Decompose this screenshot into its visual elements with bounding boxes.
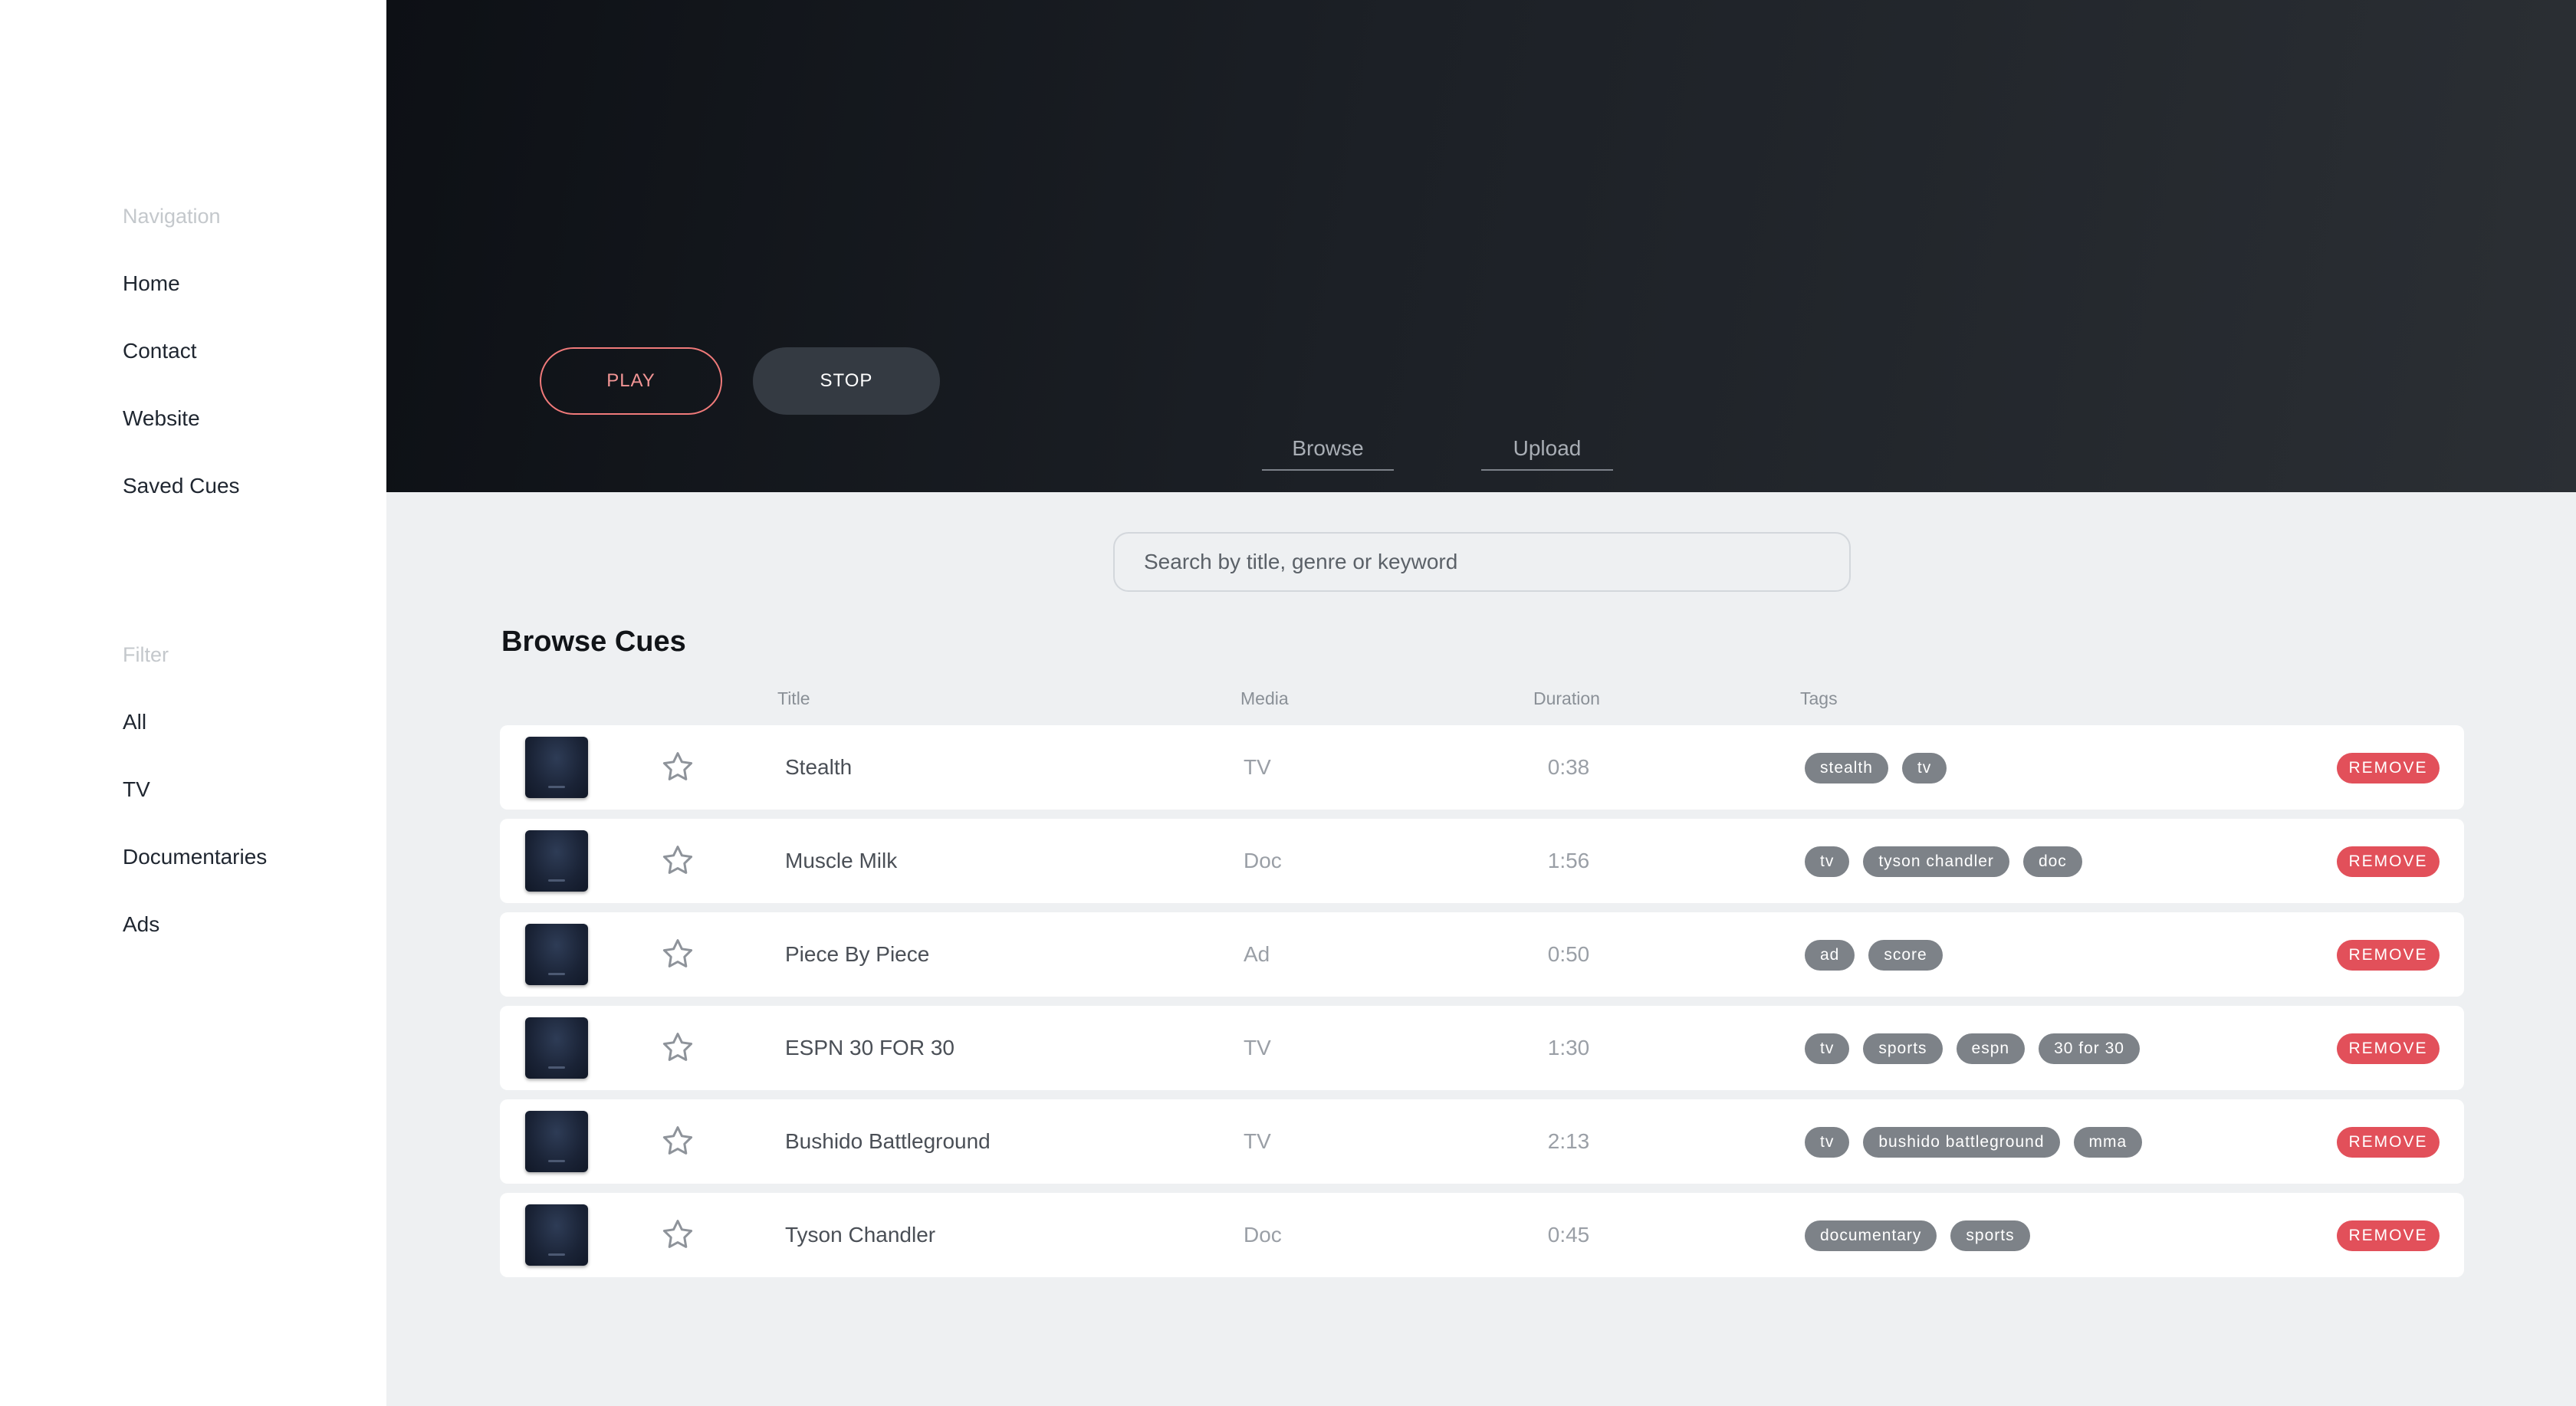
nav-item-saved-cues[interactable]: Saved Cues: [123, 471, 240, 501]
filter-item-all[interactable]: All: [123, 707, 267, 737]
filter-item-ads[interactable]: Ads: [123, 909, 267, 940]
tag-badge[interactable]: sports: [1950, 1220, 2030, 1251]
cue-thumbnail[interactable]: [525, 1017, 588, 1079]
search-input[interactable]: [1113, 532, 1851, 592]
table-row[interactable]: Muscle Milk Doc 1:56 tv tyson chandler doc REM…: [500, 819, 2464, 903]
cue-title: Bushido Battleground: [785, 1129, 991, 1153]
star-icon[interactable]: [659, 1123, 696, 1160]
cue-duration: 0:50: [1547, 942, 1590, 966]
tag-badge[interactable]: tyson chandler: [1863, 846, 2009, 877]
tag-list: tv tyson chandler doc: [1805, 846, 2082, 877]
page-title: Browse Cues: [501, 626, 686, 658]
tag-badge[interactable]: mma: [2073, 1127, 2143, 1158]
tab-browse[interactable]: Browse: [1262, 429, 1394, 471]
tag-badge[interactable]: sports: [1863, 1033, 1943, 1064]
play-button[interactable]: PLAY: [540, 347, 722, 415]
table-row[interactable]: Stealth TV 0:38 stealth tv REMOVE: [500, 725, 2464, 810]
browse-panel: Browse Cues Title Media Duration Tags St…: [386, 492, 2576, 1406]
remove-button[interactable]: REMOVE: [2337, 1033, 2440, 1064]
column-header-duration: Duration: [1533, 688, 1600, 708]
filter-item-tv[interactable]: TV: [123, 774, 267, 805]
column-header-title: Title: [777, 688, 810, 708]
nav-item-home[interactable]: Home: [123, 268, 240, 299]
cue-title: Tyson Chandler: [785, 1223, 936, 1247]
tag-badge[interactable]: stealth: [1805, 753, 1888, 783]
tag-list: tv bushido battleground mma: [1805, 1127, 2143, 1158]
cue-list: Stealth TV 0:38 stealth tv REMOVE Muscle Milk D…: [500, 725, 2464, 1286]
tab-upload[interactable]: Upload: [1481, 429, 1613, 471]
navigation-heading: Navigation: [123, 205, 221, 228]
navigation-group: Navigation Home Contact Website Saved Cu…: [123, 201, 240, 501]
remove-button[interactable]: REMOVE: [2337, 940, 2440, 971]
filter-heading: Filter: [123, 643, 169, 666]
table-row[interactable]: Bushido Battleground TV 2:13 tv bushido batt…: [500, 1099, 2464, 1184]
tag-badge[interactable]: documentary: [1805, 1220, 1937, 1251]
stop-button[interactable]: STOP: [753, 347, 940, 415]
star-icon[interactable]: [659, 1030, 696, 1066]
cue-duration: 1:56: [1547, 849, 1590, 872]
star-icon[interactable]: [659, 936, 696, 973]
cue-title: Stealth: [785, 755, 853, 779]
cue-thumbnail[interactable]: [525, 830, 588, 892]
table-row[interactable]: Tyson Chandler Doc 0:45 documentary sports RE…: [500, 1193, 2464, 1277]
tag-badge[interactable]: bushido battleground: [1863, 1127, 2060, 1158]
cue-title: Piece By Piece: [785, 942, 930, 966]
column-header-media: Media: [1240, 688, 1289, 708]
cue-media: Doc: [1244, 1223, 1282, 1247]
cue-media: TV: [1244, 1036, 1271, 1059]
star-icon[interactable]: [659, 843, 696, 879]
tag-badge[interactable]: tv: [1901, 753, 1947, 783]
table-row[interactable]: ESPN 30 FOR 30 TV 1:30 tv sports espn 30 for 3…: [500, 1006, 2464, 1090]
tag-list: ad score: [1805, 940, 1943, 971]
nav-item-contact[interactable]: Contact: [123, 336, 240, 366]
tag-badge[interactable]: ad: [1805, 940, 1855, 971]
tag-badge[interactable]: tv: [1805, 1127, 1850, 1158]
cue-thumbnail[interactable]: [525, 924, 588, 985]
tag-list: tv sports espn 30 for 30: [1805, 1033, 2140, 1064]
cue-media: Doc: [1244, 849, 1282, 872]
cue-thumbnail[interactable]: [525, 1111, 588, 1172]
player-header: PLAY STOP Browse Upload: [386, 0, 2576, 492]
cue-media: TV: [1244, 755, 1271, 779]
tag-badge[interactable]: tv: [1805, 846, 1850, 877]
cue-media: TV: [1244, 1129, 1271, 1153]
cue-thumbnail[interactable]: [525, 1204, 588, 1266]
cue-media: Ad: [1244, 942, 1270, 966]
cue-thumbnail[interactable]: [525, 737, 588, 798]
cue-duration: 0:45: [1547, 1223, 1590, 1247]
remove-button[interactable]: REMOVE: [2337, 753, 2440, 783]
column-header-tags: Tags: [1800, 688, 1838, 708]
star-icon[interactable]: [659, 1217, 696, 1253]
cue-duration: 2:13: [1547, 1129, 1590, 1153]
tag-badge[interactable]: 30 for 30: [2039, 1033, 2140, 1064]
filter-item-documentaries[interactable]: Documentaries: [123, 842, 267, 872]
tag-badge[interactable]: score: [1868, 940, 1943, 971]
tag-badge[interactable]: tv: [1805, 1033, 1850, 1064]
cue-title: ESPN 30 FOR 30: [785, 1036, 955, 1059]
cue-duration: 0:38: [1547, 755, 1590, 779]
tag-list: stealth tv: [1805, 753, 1947, 783]
sidebar: Navigation Home Contact Website Saved Cu…: [0, 0, 386, 1406]
filter-group: Filter All TV Documentaries Ads: [123, 639, 267, 940]
tag-list: documentary sports: [1805, 1220, 2030, 1251]
star-icon[interactable]: [659, 749, 696, 786]
remove-button[interactable]: REMOVE: [2337, 846, 2440, 877]
tag-badge[interactable]: espn: [1956, 1033, 2026, 1064]
remove-button[interactable]: REMOVE: [2337, 1220, 2440, 1251]
table-row[interactable]: Piece By Piece Ad 0:50 ad score REMOVE: [500, 912, 2464, 997]
tag-badge[interactable]: doc: [2022, 846, 2082, 877]
nav-item-website[interactable]: Website: [123, 403, 240, 434]
remove-button[interactable]: REMOVE: [2337, 1127, 2440, 1158]
cue-title: Muscle Milk: [785, 849, 898, 872]
cue-duration: 1:30: [1547, 1036, 1590, 1059]
